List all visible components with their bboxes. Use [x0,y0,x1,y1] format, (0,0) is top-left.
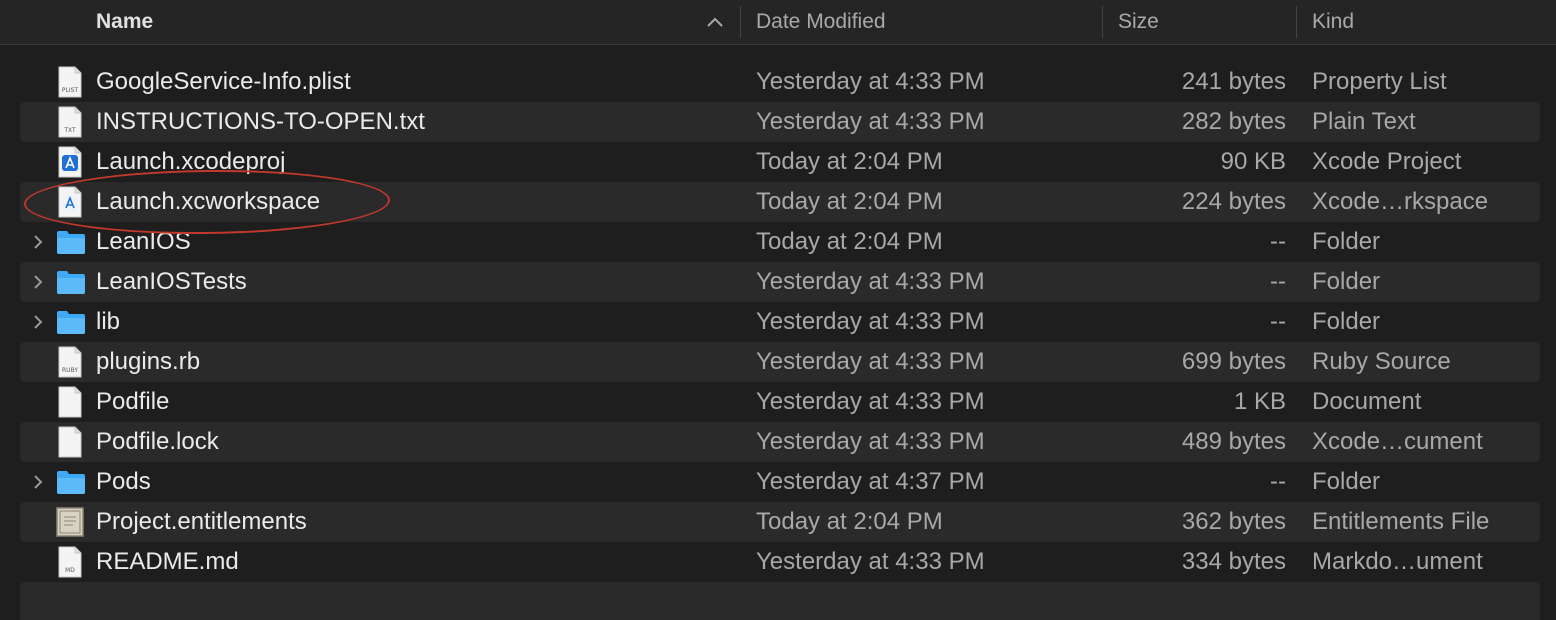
file-row[interactable]: Launch.xcworkspace Today at 2:04 PM 224 by… [20,182,1540,222]
file-row[interactable]: Podfile Yesterday at 4:33 PM 1 KB Document [20,382,1540,422]
disclosure-triangle-icon[interactable] [32,274,44,290]
file-name: LeanIOS [96,228,191,255]
file-icon-label: MD [65,567,75,574]
folder-icon [56,226,85,258]
folder-icon [56,306,85,338]
file-size: 699 bytes [1181,348,1286,375]
file-row[interactable]: LeanIOS Today at 2:04 PM -- Folder [20,222,1540,262]
file-size: 241 bytes [1181,68,1286,95]
file-size: -- [1270,228,1286,255]
file-name: Pods [96,468,151,495]
file-size: 1 KB [1233,388,1286,415]
file-date-modified: Yesterday at 4:33 PM [756,428,985,455]
file-kind: Xcode Project [1312,148,1462,175]
finder-list-view: Name Date Modified Size Kind PLIST Google… [0,0,1556,620]
file-date-modified: Today at 2:04 PM [756,508,943,535]
file-name: plugins.rb [96,348,201,375]
file-row[interactable]: Project.entitlements Today at 2:04 PM 362 … [20,502,1540,542]
file-row[interactable]: LeanIOSTests Yesterday at 4:33 PM -- Folder [20,262,1540,302]
folder-icon [56,266,85,298]
file-date-modified: Yesterday at 4:33 PM [756,348,985,375]
file-size: -- [1270,268,1286,295]
file-row[interactable]: lib Yesterday at 4:33 PM -- Folder [20,302,1540,342]
file-kind: Folder [1312,468,1381,495]
xcode-workspace-icon [56,186,84,218]
file-name: INSTRUCTIONS-TO-OPEN.txt [96,108,425,135]
file-kind: Ruby Source [1312,348,1451,375]
column-header-kind[interactable]: Kind [1312,0,1354,44]
document-file-icon [56,386,84,418]
column-header-bar: Name Date Modified Size Kind [0,0,1556,45]
file-kind: Document [1312,388,1422,415]
column-header-date-modified[interactable]: Date Modified [756,0,886,44]
file-size: -- [1270,308,1286,335]
entitlements-file-icon [56,506,84,538]
file-list: PLIST GoogleService-Info.plist Yesterday a… [20,62,1540,582]
xcode-project-icon [56,146,84,178]
file-date-modified: Yesterday at 4:33 PM [756,388,985,415]
empty-list-area [20,582,1540,620]
file-row[interactable]: TXT INSTRUCTIONS-TO-OPEN.txt Yesterday at … [20,102,1540,142]
file-name: GoogleService-Info.plist [96,68,351,95]
file-name: Launch.xcodeproj [96,148,286,175]
file-name: Podfile.lock [96,428,219,455]
disclosure-triangle-icon[interactable] [32,474,44,490]
disclosure-triangle-icon[interactable] [32,314,44,330]
file-date-modified: Yesterday at 4:33 PM [756,308,985,335]
file-name: Project.entitlements [96,508,307,535]
disclosure-triangle-icon[interactable] [32,234,44,250]
file-size: -- [1270,468,1286,495]
file-row[interactable]: MD README.md Yesterday at 4:33 PM 334 bytes… [20,542,1540,582]
column-divider[interactable] [740,6,741,38]
file-kind: Folder [1312,268,1381,295]
file-date-modified: Yesterday at 4:33 PM [756,268,985,295]
file-size: 224 bytes [1181,188,1286,215]
file-kind: Folder [1312,228,1381,255]
file-kind: Markdo…ument [1312,548,1483,575]
column-divider[interactable] [1102,6,1103,38]
file-date-modified: Today at 2:04 PM [756,148,943,175]
file-kind: Xcode…rkspace [1312,188,1489,215]
file-kind: Entitlements File [1312,508,1490,535]
file-date-modified: Today at 2:04 PM [756,188,943,215]
file-row[interactable]: PLIST GoogleService-Info.plist Yesterday a… [20,62,1540,102]
file-date-modified: Yesterday at 4:33 PM [756,108,985,135]
file-size: 282 bytes [1181,108,1286,135]
file-icon-label: PLIST [61,87,79,94]
file-row[interactable]: RUBY plugins.rb Yesterday at 4:33 PM 699 by… [20,342,1540,382]
folder-icon [56,466,85,498]
column-header-size[interactable]: Size [1118,0,1159,44]
file-kind: Plain Text [1312,108,1416,135]
file-kind: Property List [1312,68,1447,95]
file-kind: Folder [1312,308,1381,335]
file-size: 489 bytes [1181,428,1286,455]
file-date-modified: Yesterday at 4:33 PM [756,548,985,575]
file-row[interactable]: Podfile.lock Yesterday at 4:33 PM 489 byte… [20,422,1540,462]
file-size: 362 bytes [1181,508,1286,535]
column-divider[interactable] [1296,6,1297,38]
file-name: Launch.xcworkspace [96,188,321,215]
file-size: 334 bytes [1181,548,1286,575]
file-row[interactable]: Pods Yesterday at 4:37 PM -- Folder [20,462,1540,502]
file-icon-label: RUBY [61,367,78,374]
sort-ascending-icon[interactable] [704,12,726,32]
document-file-icon [56,426,84,458]
file-date-modified: Yesterday at 4:37 PM [756,468,985,495]
file-name: Podfile [96,388,170,415]
file-name: README.md [96,548,239,575]
column-header-name[interactable]: Name [96,0,153,44]
file-size: 90 KB [1220,148,1286,175]
file-icon-label: TXT [64,127,76,134]
file-name: LeanIOSTests [96,268,247,295]
file-date-modified: Today at 2:04 PM [756,228,943,255]
file-kind: Xcode…cument [1312,428,1483,455]
file-name: lib [96,308,121,335]
file-row[interactable]: Launch.xcodeproj Today at 2:04 PM 90 KB Xco… [20,142,1540,182]
file-date-modified: Yesterday at 4:33 PM [756,68,985,95]
